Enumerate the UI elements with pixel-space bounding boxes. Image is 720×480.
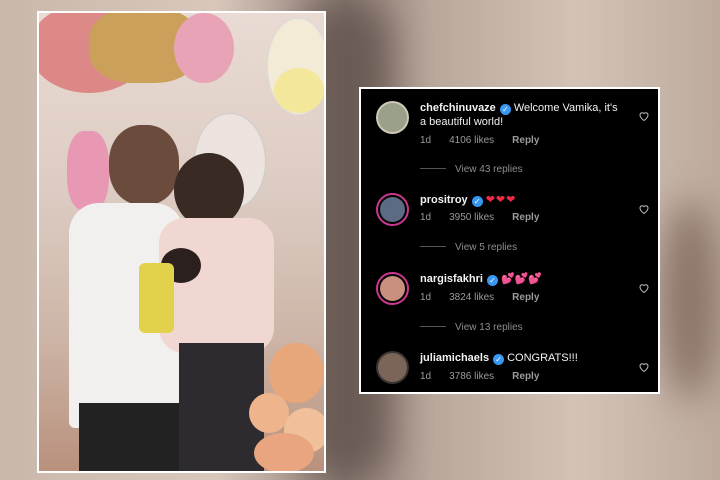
verified-badge-icon: ✓	[499, 104, 511, 115]
like-count[interactable]: 3786 likes	[449, 371, 494, 382]
avatar[interactable]	[376, 351, 409, 384]
comment-text: ❤❤❤	[485, 194, 517, 206]
divider	[420, 246, 446, 247]
view-replies-label: View 43 replies	[455, 164, 523, 175]
username[interactable]: prositroy	[420, 194, 468, 206]
reply-button[interactable]: Reply	[512, 212, 539, 223]
comment-time: 1d	[420, 212, 432, 223]
reply-button[interactable]: Reply	[512, 135, 539, 146]
couple-photo	[37, 11, 326, 473]
like-count[interactable]: 3950 likes	[449, 212, 494, 223]
avatar[interactable]	[376, 101, 409, 134]
view-replies-button[interactable]: View 5 replies	[420, 242, 517, 253]
comment-text: Welcome Vamika, it's	[513, 102, 618, 114]
view-replies-label: View 5 replies	[455, 242, 518, 253]
heart-outline-icon[interactable]	[638, 282, 650, 294]
view-replies-button[interactable]: View 13 replies	[420, 322, 523, 333]
comment-time: 1d	[420, 135, 432, 146]
divider	[420, 168, 446, 169]
divider	[420, 326, 446, 327]
verified-badge-icon: ✓	[486, 275, 498, 286]
username[interactable]: chefchinuvaze	[420, 102, 496, 114]
comment-text: CONGRATS!!!	[507, 352, 578, 364]
like-count[interactable]: 4106 likes	[449, 135, 494, 146]
reply-button[interactable]: Reply	[512, 371, 539, 382]
comment-text: 💕💕💕	[500, 273, 543, 285]
avatar[interactable]	[376, 272, 409, 305]
username[interactable]: juliamichaels	[420, 352, 489, 364]
heart-outline-icon[interactable]	[638, 110, 650, 122]
comment-text-continued: a beautiful world!	[420, 116, 504, 128]
heart-outline-icon[interactable]	[638, 361, 650, 373]
avatar[interactable]	[376, 193, 409, 226]
heart-outline-icon[interactable]	[638, 203, 650, 215]
verified-badge-icon: ✓	[493, 354, 505, 365]
verified-badge-icon: ✓	[471, 196, 483, 207]
username[interactable]: nargisfakhri	[420, 273, 483, 285]
comment-time: 1d	[420, 292, 432, 303]
reply-button[interactable]: Reply	[512, 292, 539, 303]
view-replies-label: View 13 replies	[455, 322, 523, 333]
comment-time: 1d	[420, 371, 432, 382]
background-blur-dark	[660, 200, 720, 400]
comments-panel: chefchinuvaze ✓ Welcome Vamika, it's a bea…	[359, 87, 660, 394]
view-replies-button[interactable]: View 43 replies	[420, 164, 523, 175]
like-count[interactable]: 3824 likes	[449, 292, 494, 303]
